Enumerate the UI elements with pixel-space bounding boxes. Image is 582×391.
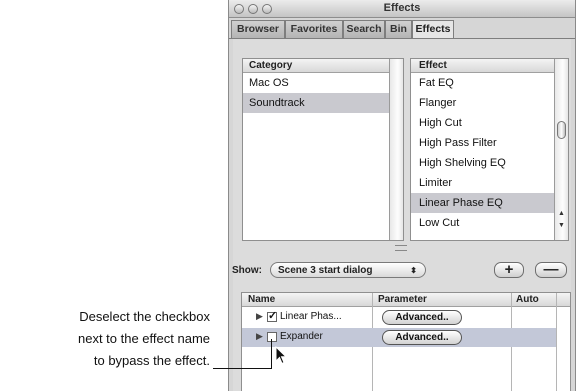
disclosure-triangle-icon[interactable]: ▶ xyxy=(256,311,263,322)
col-parameter-header[interactable]: Parameter xyxy=(378,293,427,307)
add-effect-button[interactable]: + xyxy=(494,262,524,278)
effect-item[interactable]: High Shelving EQ xyxy=(411,153,568,173)
effect-scroll-thumb[interactable] xyxy=(557,121,566,139)
effect-item-selected[interactable]: Linear Phase EQ xyxy=(411,193,568,213)
table-header: Name Parameter Auto xyxy=(242,293,570,307)
effect-scrollbar[interactable]: ▲ ▼ xyxy=(554,59,568,240)
scroll-down-arrow[interactable]: ▼ xyxy=(555,221,568,231)
col-name-header[interactable]: Name xyxy=(248,293,275,307)
callout-leader-line xyxy=(213,368,272,369)
category-scrollbar[interactable] xyxy=(389,59,403,240)
effect-item[interactable]: Limiter xyxy=(411,173,568,193)
effect-header[interactable]: Effect xyxy=(411,59,568,73)
effect-list[interactable]: Effect Fat EQ Flanger High Cut High Pass… xyxy=(410,58,569,241)
category-header[interactable]: Category xyxy=(243,59,403,73)
effect-enable-checkbox[interactable]: ✓ xyxy=(267,310,278,322)
effect-enable-checkbox[interactable] xyxy=(267,332,277,342)
table-row-selected[interactable]: ▶ Expander Advanced.. xyxy=(242,328,556,347)
tab-effects[interactable]: Effects xyxy=(412,20,454,39)
show-popup[interactable]: Scene 3 start dialog ⬍ xyxy=(270,262,426,278)
scroll-up-arrow[interactable]: ▲ xyxy=(555,209,568,219)
show-label: Show: xyxy=(232,265,262,276)
splitter-handle[interactable] xyxy=(395,245,407,251)
tab-bin[interactable]: Bin xyxy=(385,20,412,38)
tab-browser[interactable]: Browser xyxy=(231,20,285,38)
advanced-button[interactable]: Advanced.. xyxy=(382,330,462,345)
effect-table[interactable]: Name Parameter Auto ▶ ✓ Linear Phas... A… xyxy=(241,292,571,391)
advanced-button[interactable]: Advanced.. xyxy=(382,310,462,325)
disclosure-triangle-icon[interactable]: ▶ xyxy=(256,331,263,342)
category-item[interactable]: Mac OS xyxy=(243,73,403,93)
effect-item[interactable]: Low Cut xyxy=(411,213,568,233)
callout-line-3: to bypass the effect. xyxy=(93,353,210,368)
tab-favorites[interactable]: Favorites xyxy=(285,20,343,38)
mouse-pointer-icon xyxy=(275,346,288,365)
effect-item[interactable]: Flanger xyxy=(411,93,568,113)
effect-item[interactable]: Fat EQ xyxy=(411,73,568,93)
effect-name: Expander xyxy=(280,331,323,342)
callout-line-1: Deselect the checkbox xyxy=(79,309,210,324)
col-auto-header[interactable]: Auto xyxy=(516,293,539,307)
column-divider xyxy=(556,293,557,391)
effect-item[interactable]: High Cut xyxy=(411,113,568,133)
table-row[interactable]: ▶ ✓ Linear Phas... Advanced.. xyxy=(242,308,556,327)
checkmark-icon: ✓ xyxy=(268,310,278,322)
tab-search[interactable]: Search xyxy=(343,20,385,38)
category-item-selected[interactable]: Soundtrack xyxy=(243,93,403,113)
effect-item[interactable]: High Pass Filter xyxy=(411,133,568,153)
callout-text: Deselect the checkbox next to the effect… xyxy=(20,306,210,372)
show-popup-value: Scene 3 start dialog xyxy=(278,265,373,276)
popup-arrows-icon: ⬍ xyxy=(410,266,417,275)
callout-line-2: next to the effect name xyxy=(77,331,210,346)
callout-leader-line xyxy=(271,339,272,369)
window-title: Effects xyxy=(383,2,421,14)
category-list[interactable]: Category Mac OS Soundtrack xyxy=(242,58,404,241)
title-bar[interactable]: Effects xyxy=(229,0,575,18)
effects-window: Effects Browser Favorites Search Bin Eff… xyxy=(228,0,576,391)
remove-effect-button[interactable]: — xyxy=(535,262,567,278)
effect-name: Linear Phas... xyxy=(280,311,342,322)
